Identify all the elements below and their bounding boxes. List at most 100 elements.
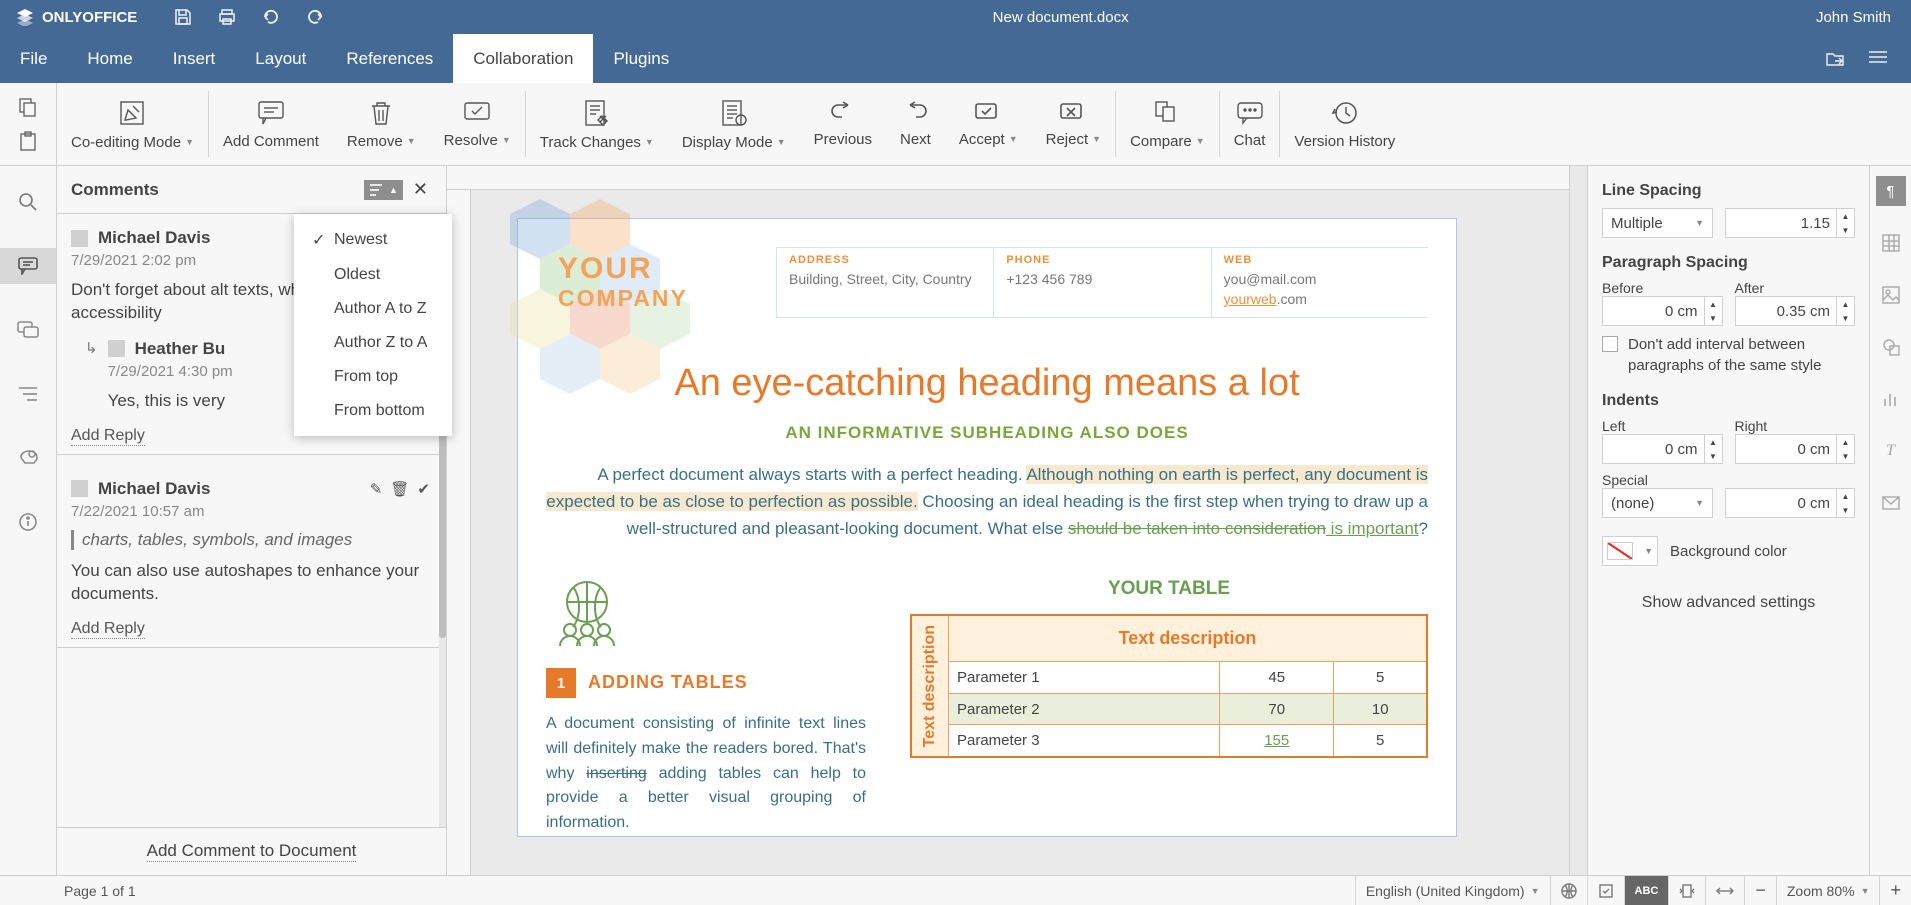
next-button[interactable]: Next xyxy=(886,83,945,165)
tab-layout[interactable]: Layout xyxy=(235,34,326,83)
spacing-after[interactable]: 0.35 cm▲▼ xyxy=(1735,296,1856,326)
previous-button[interactable]: Previous xyxy=(800,83,886,165)
compare-button[interactable]: Compare▼ xyxy=(1116,83,1219,165)
comment-item: Michael Davis ✎ 🗑 ✔ 7/22/2021 10:57 am c… xyxy=(57,469,444,662)
sort-button[interactable]: ▲ xyxy=(364,180,403,200)
tab-home[interactable]: Home xyxy=(67,34,152,83)
phone-label: PHONE xyxy=(1006,254,1198,266)
comments-title: Comments xyxy=(71,180,159,200)
editor-area[interactable]: YOUR COMPANY ADDRESS Building, Street, C… xyxy=(447,166,1569,875)
sort-oldest[interactable]: Oldest xyxy=(294,258,452,292)
accept-button[interactable]: Accept▼ xyxy=(945,83,1032,165)
search-icon xyxy=(18,192,38,212)
track-changes-button[interactable]: Track Changes▼ xyxy=(526,83,668,165)
zoom-in[interactable]: + xyxy=(1879,876,1911,905)
open-location-icon[interactable] xyxy=(1825,50,1845,68)
add-comment-button[interactable]: Add Comment xyxy=(209,83,333,165)
delete-comment-icon[interactable]: 🗑 xyxy=(390,480,409,498)
sidebar-feedback[interactable] xyxy=(0,440,56,476)
tab-references[interactable]: References xyxy=(326,34,453,83)
globe-people-icon xyxy=(546,578,628,648)
paragraph-tab[interactable]: ¶ xyxy=(1876,176,1906,206)
mail-tab[interactable] xyxy=(1876,488,1906,518)
no-interval-checkbox[interactable]: Don't add interval between paragraphs of… xyxy=(1602,334,1855,376)
spacing-before[interactable]: 0 cm▲▼ xyxy=(1602,296,1723,326)
tab-collaboration[interactable]: Collaboration xyxy=(453,34,593,83)
indent-right[interactable]: 0 cm▲▼ xyxy=(1735,434,1856,464)
undo-icon[interactable] xyxy=(261,7,281,27)
table-tab[interactable] xyxy=(1876,228,1906,258)
resolve-comment-icon[interactable]: ✔ xyxy=(417,480,430,498)
textart-tab[interactable]: T xyxy=(1876,436,1906,466)
remove-button[interactable]: Remove▼ xyxy=(333,83,430,165)
sort-newest[interactable]: ✓Newest xyxy=(294,222,452,258)
document-page[interactable]: YOUR COMPANY ADDRESS Building, Street, C… xyxy=(517,218,1457,837)
sidebar-comments[interactable] xyxy=(0,248,56,284)
spellcheck-toggle[interactable] xyxy=(1550,876,1587,905)
compare-icon xyxy=(1153,99,1181,127)
tab-insert[interactable]: Insert xyxy=(153,34,236,83)
chart-tab[interactable] xyxy=(1876,384,1906,414)
company-title: YOUR xyxy=(558,253,764,285)
sort-from-top[interactable]: From top xyxy=(294,360,452,394)
sort-author-za[interactable]: Author Z to A xyxy=(294,326,452,360)
display-icon xyxy=(719,98,749,128)
display-mode-button[interactable]: Display Mode▼ xyxy=(668,83,800,165)
sidebar-chat[interactable] xyxy=(0,312,56,348)
save-icon[interactable] xyxy=(173,7,193,27)
user-name[interactable]: John Smith xyxy=(1796,9,1911,26)
track-toggle[interactable] xyxy=(1587,876,1624,905)
chat-button[interactable]: Chat xyxy=(1220,83,1280,165)
quick-access xyxy=(153,7,325,27)
advanced-settings-link[interactable]: Show advanced settings xyxy=(1602,594,1855,612)
paste-icon[interactable] xyxy=(17,130,39,152)
comments-panel: Comments ▲ ✕ Michael Davis ✎ 🗑 ✔ xyxy=(57,166,447,875)
close-panel-button[interactable]: ✕ xyxy=(409,179,432,200)
right-sidebar-tabs: ¶ T xyxy=(1869,166,1911,875)
sort-from-bottom[interactable]: From bottom xyxy=(294,394,452,428)
main: Comments ▲ ✕ Michael Davis ✎ 🗑 ✔ xyxy=(0,166,1911,875)
add-reply-link[interactable]: Add Reply xyxy=(71,427,145,446)
logo-icon xyxy=(16,8,34,26)
image-icon xyxy=(1882,286,1900,304)
coediting-mode-button[interactable]: Co-editing Mode▼ xyxy=(57,83,208,165)
address-label: ADDRESS xyxy=(789,254,981,266)
add-comment-to-doc[interactable]: Add Comment to Document xyxy=(147,841,357,862)
ribbon: Co-editing Mode▼ Add Comment Remove▼ Res… xyxy=(0,83,1911,166)
sidebar-search[interactable] xyxy=(0,184,56,220)
language-status[interactable]: English (United Kingdom)▼ xyxy=(1355,876,1550,905)
sidebar-nav[interactable] xyxy=(0,376,56,412)
line-spacing-mode[interactable]: Multiple▼ xyxy=(1602,208,1713,238)
reject-icon xyxy=(1058,101,1088,125)
line-spacing-value[interactable]: 1.15▲▼ xyxy=(1725,208,1855,238)
special-indent-mode[interactable]: (none)▼ xyxy=(1602,488,1713,518)
special-indent-value[interactable]: 0 cm▲▼ xyxy=(1725,488,1855,518)
edit-comment-icon[interactable]: ✎ xyxy=(370,480,383,498)
spell-badge[interactable]: ABC xyxy=(1624,876,1669,905)
options-icon[interactable] xyxy=(1869,50,1887,64)
tab-plugins[interactable]: Plugins xyxy=(593,34,689,83)
shape-tab[interactable] xyxy=(1876,332,1906,362)
redo-icon[interactable] xyxy=(305,7,325,27)
reject-button[interactable]: Reject▼ xyxy=(1032,83,1115,165)
sort-author-az[interactable]: Author A to Z xyxy=(294,292,452,326)
page-status[interactable]: Page 1 of 1 xyxy=(0,883,136,899)
bg-color-picker[interactable]: ▼ xyxy=(1602,536,1658,566)
version-history-button[interactable]: Version History xyxy=(1280,83,1409,165)
sidebar-about[interactable] xyxy=(0,504,56,540)
indent-left[interactable]: 0 cm▲▼ xyxy=(1602,434,1723,464)
editor-scrollbar[interactable] xyxy=(1569,166,1587,875)
comment-panel-icon xyxy=(18,257,38,275)
copy-icon[interactable] xyxy=(17,96,39,118)
zoom-level[interactable]: Zoom 80%▼ xyxy=(1776,876,1880,905)
image-tab[interactable] xyxy=(1876,280,1906,310)
tab-file[interactable]: File xyxy=(0,34,67,83)
add-reply-link[interactable]: Add Reply xyxy=(71,620,145,639)
next-icon xyxy=(900,101,930,125)
fit-page[interactable] xyxy=(1668,876,1705,905)
print-icon[interactable] xyxy=(217,7,237,27)
zoom-out[interactable]: − xyxy=(1744,876,1776,905)
fit-width[interactable] xyxy=(1705,876,1744,905)
resolve-button[interactable]: Resolve▼ xyxy=(430,83,525,165)
table-row: Parameter 31555 xyxy=(911,725,1427,757)
